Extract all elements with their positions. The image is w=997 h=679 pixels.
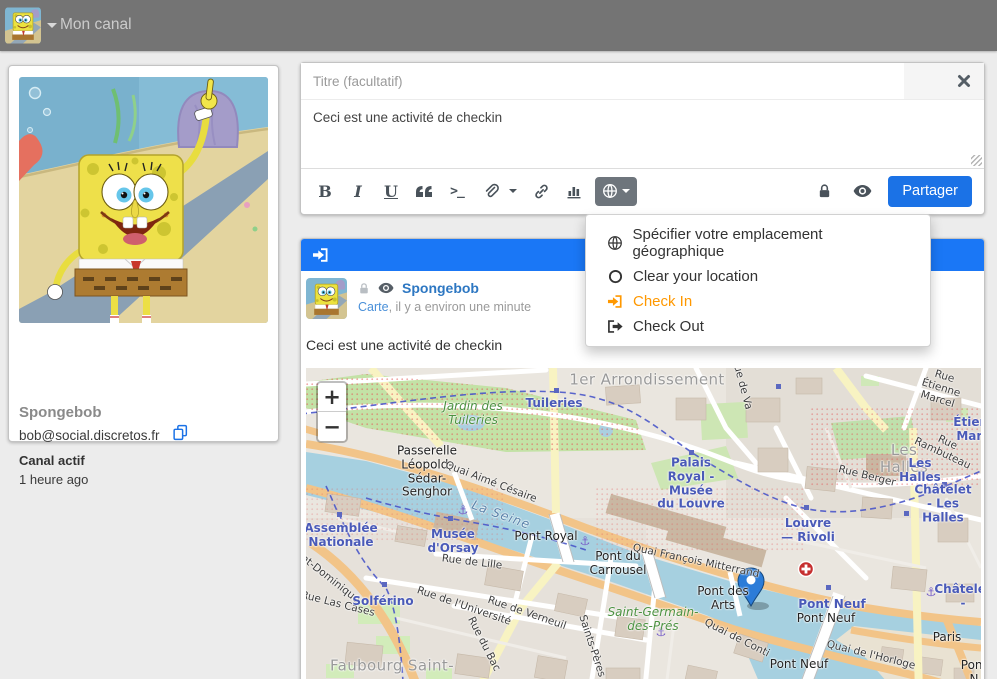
sign-in-icon — [606, 294, 624, 309]
post-body-input[interactable]: Ceci est une activité de checkin — [301, 100, 984, 168]
app-root: Mon canal — [0, 0, 997, 679]
svg-text:⚓: ⚓ — [656, 625, 667, 639]
svg-text:⚓: ⚓ — [580, 534, 591, 548]
svg-text:⚓: ⚓ — [926, 585, 937, 599]
preview-eye-icon[interactable] — [850, 176, 874, 206]
attach-caret-icon[interactable] — [509, 189, 517, 193]
chart-icon[interactable] — [562, 176, 586, 206]
channel-address: bob@social.discretos.fr — [19, 428, 160, 443]
channel-status-label: Canal actif — [19, 453, 85, 468]
insert-link-icon[interactable] — [529, 176, 553, 206]
menu-item-check-in[interactable]: Check In — [586, 289, 930, 314]
copy-icon[interactable] — [172, 424, 189, 446]
navbar: Mon canal — [0, 0, 997, 51]
menu-item-clear-location[interactable]: Clear your location — [586, 264, 930, 289]
underline-button[interactable]: U — [379, 176, 403, 206]
location-dropdown-button[interactable] — [595, 177, 637, 206]
title-aux-zone — [904, 63, 984, 99]
quote-icon[interactable] — [412, 176, 436, 206]
channel-title: Spongebob — [19, 404, 102, 421]
location-menu: Spécifier votre emplacement géographique… — [585, 214, 931, 347]
menu-item-specify-location[interactable]: Spécifier votre emplacement géographique — [586, 222, 930, 264]
channel-avatar[interactable] — [5, 7, 41, 44]
post-author-avatar[interactable] — [306, 278, 347, 319]
post-editor: Ceci est une activité de checkin B I U >… — [300, 62, 985, 215]
code-button[interactable]: >_ — [445, 176, 469, 206]
zoom-in-button[interactable]: + — [318, 383, 346, 412]
chevron-down-icon[interactable] — [47, 23, 57, 28]
share-button[interactable]: Partager — [888, 176, 972, 207]
post-author-link[interactable]: Spongebob — [402, 280, 479, 296]
map-zoom-control: + − — [316, 381, 348, 443]
menu-item-check-out[interactable]: Check Out — [586, 314, 930, 339]
bold-button[interactable]: B — [313, 176, 337, 206]
channel-status-time: 1 heure ago — [19, 472, 88, 487]
title-input[interactable] — [301, 63, 904, 99]
map-canvas: ⚓ ⚓ ⚓ ⚓ — [306, 368, 981, 679]
app-link[interactable]: Carte — [358, 300, 389, 314]
private-lock-icon — [358, 282, 370, 295]
close-icon[interactable] — [957, 74, 971, 88]
editor-toolbar: B I U >_ — [301, 169, 984, 213]
svg-text:⚓: ⚓ — [458, 503, 469, 517]
channel-name[interactable]: Mon canal — [60, 16, 132, 34]
circle-outline-icon — [606, 269, 624, 284]
profile-card: Spongebob bob@social.discretos.fr Canal … — [8, 65, 279, 442]
post-timestamp: , il y a environ une minute — [389, 300, 531, 314]
permissions-lock-icon[interactable] — [812, 176, 836, 206]
zoom-out-button[interactable]: − — [318, 412, 346, 441]
hospital-icon — [799, 562, 814, 577]
resize-grip[interactable] — [971, 155, 982, 166]
attach-icon[interactable] — [478, 176, 502, 206]
map[interactable]: ⚓⚓⚓⚓ 1er ArrondissementTuileriesJardin d… — [306, 368, 981, 679]
italic-button[interactable]: I — [346, 176, 370, 206]
post-meta: Carte, il y a environ une minute — [358, 300, 531, 314]
globe-caret-icon — [622, 189, 630, 193]
sign-out-icon — [606, 319, 624, 334]
profile-photo[interactable] — [19, 77, 268, 323]
sign-in-icon — [312, 247, 329, 263]
visibility-eye-icon[interactable] — [378, 282, 394, 294]
globe-icon — [606, 235, 623, 251]
